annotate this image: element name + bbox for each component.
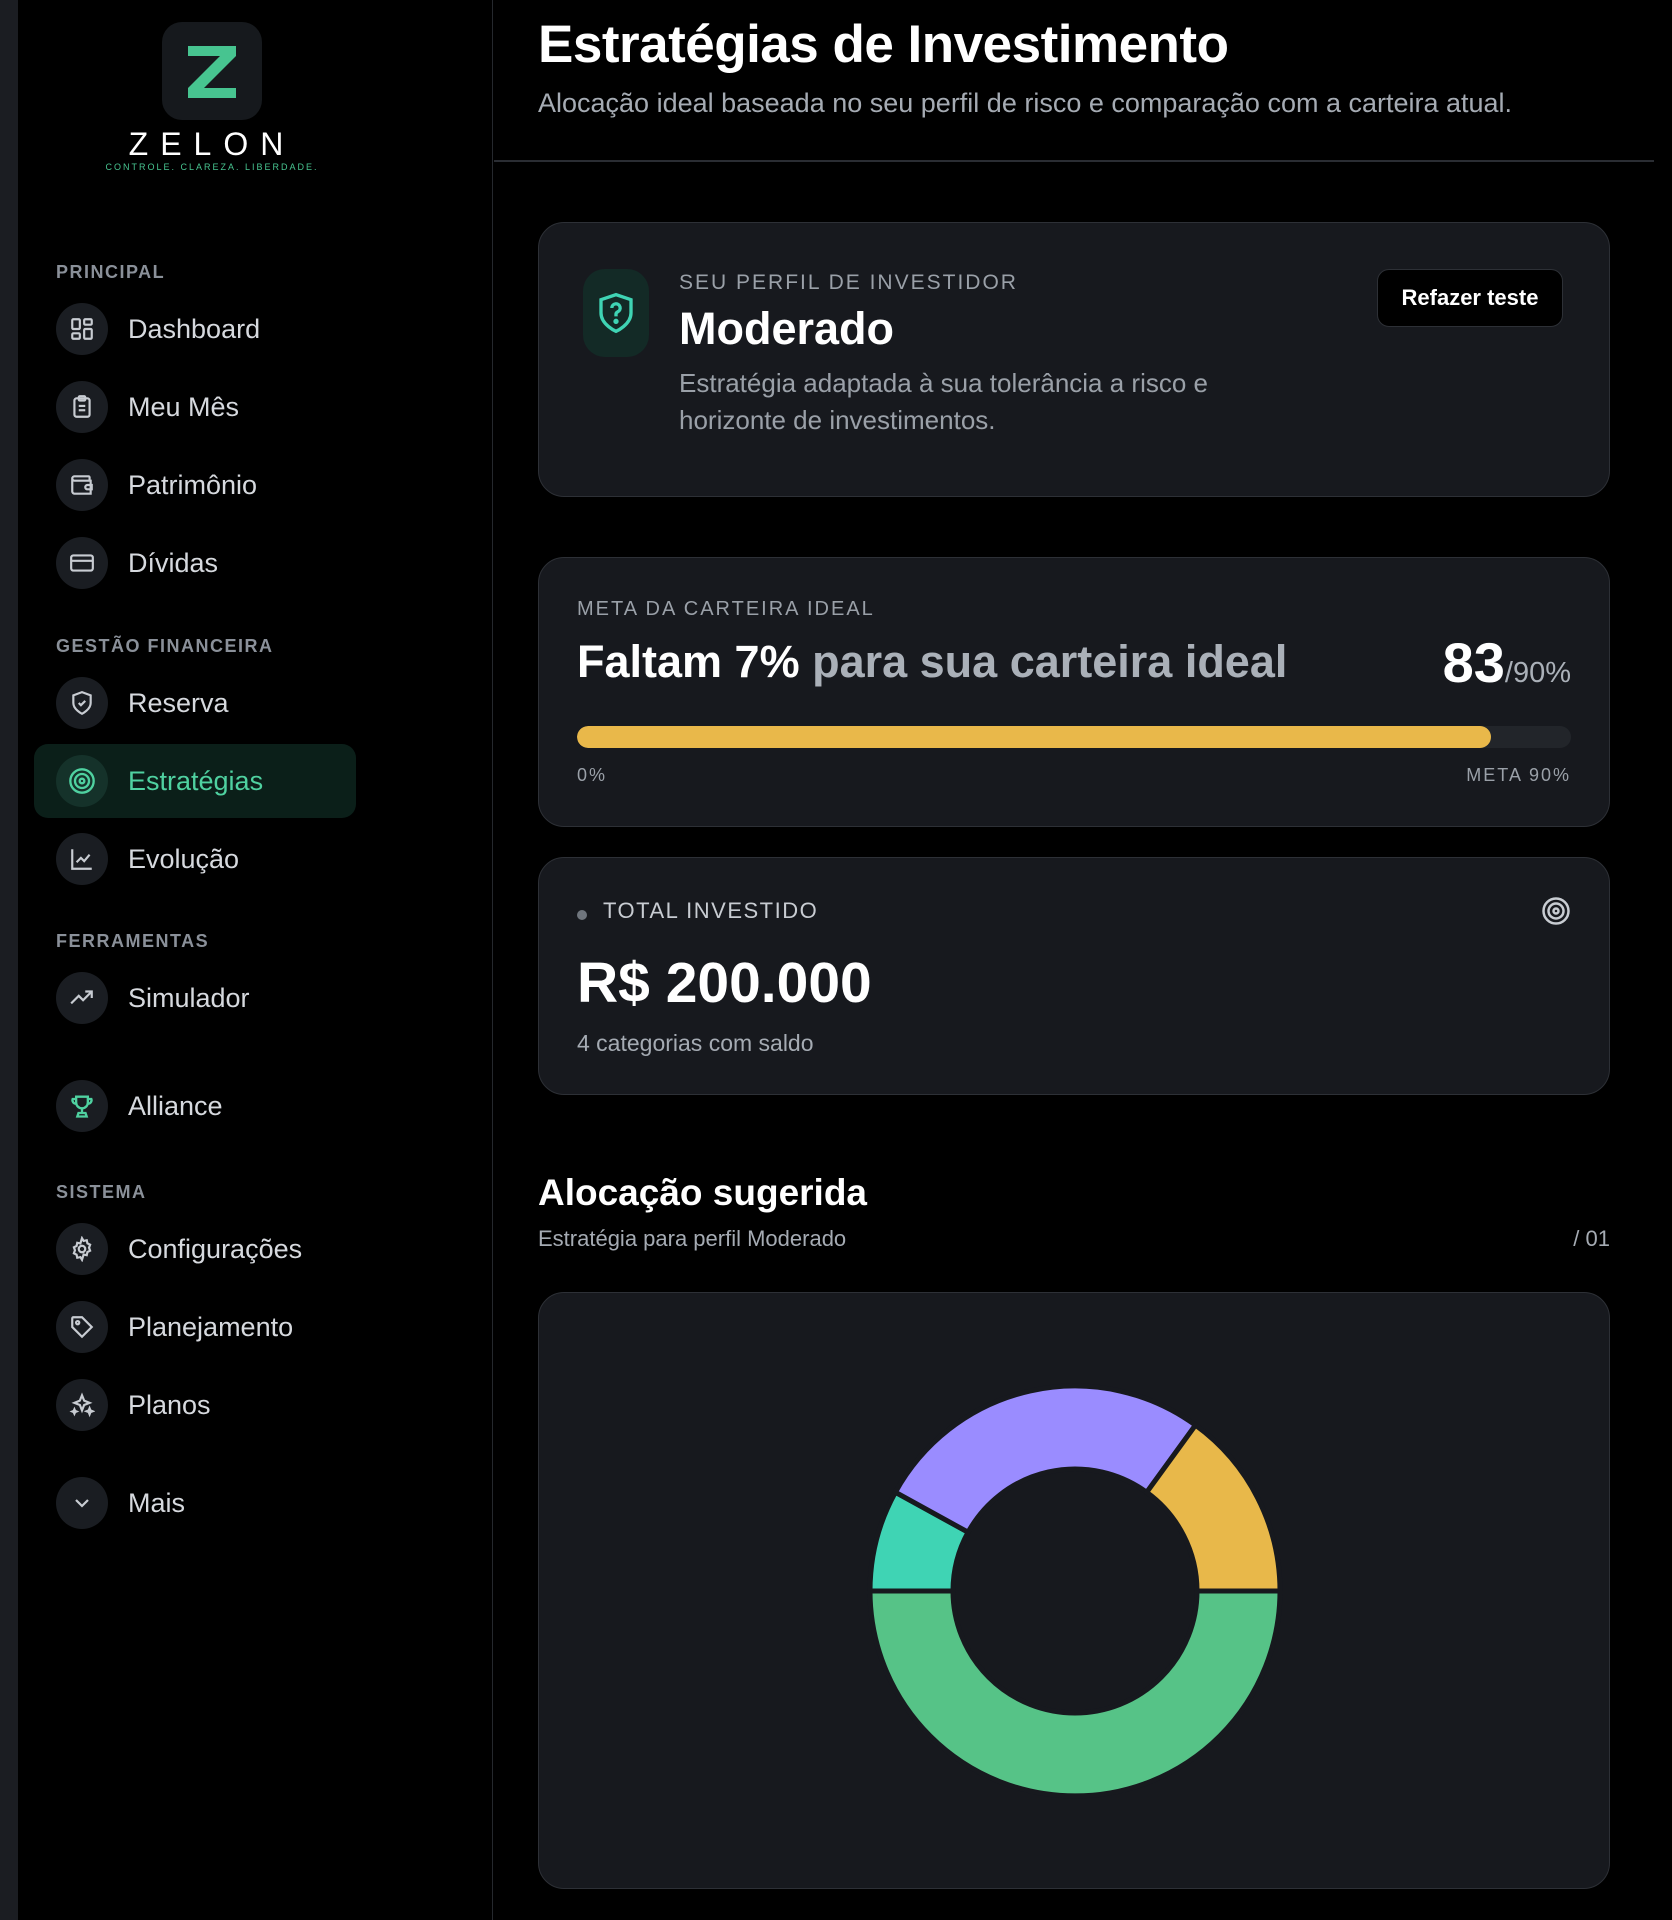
goal-headline-rest: para sua carteira ideal <box>799 636 1288 687</box>
goal-current: 83 <box>1442 631 1505 694</box>
sidebar: ZELON CONTROLE. CLAREZA. LIBERDADE. PRIN… <box>18 0 493 1920</box>
z-logo-icon <box>188 46 236 98</box>
allocation-chart-card <box>538 1292 1610 1889</box>
retake-test-button[interactable]: Refazer teste <box>1377 269 1563 327</box>
goal-kicker: META DA CARTEIRA IDEAL <box>577 598 875 620</box>
sidebar-item-configuracoes[interactable]: Configurações <box>34 1212 356 1286</box>
trending-up-icon <box>56 972 108 1024</box>
chevron-down-icon <box>56 1477 108 1529</box>
sidebar-item-alliance[interactable]: Alliance <box>34 1069 356 1143</box>
sidebar-item-patrimonio[interactable]: Patrimônio <box>34 448 356 522</box>
sidebar-item-label: Simulador <box>128 983 250 1013</box>
sparkles-icon <box>56 1379 108 1431</box>
profile-name: Moderado <box>679 303 895 354</box>
shield-icon <box>56 677 108 729</box>
header-divider <box>494 160 1654 162</box>
sidebar-item-estrategias[interactable]: Estratégias <box>34 744 356 818</box>
sidebar-item-label: Dívidas <box>128 548 219 578</box>
profile-kicker: SEU PERFIL DE INVESTIDOR <box>679 271 1018 294</box>
sidebar-item-dividas[interactable]: Dívidas <box>34 526 356 600</box>
sidebar-item-planos[interactable]: Planos <box>34 1368 356 1442</box>
target-icon <box>56 755 108 807</box>
sidebar-item-meu-mes[interactable]: Meu Mês <box>34 370 356 444</box>
dashboard-icon <box>56 303 108 355</box>
goal-min-label: 0% <box>577 765 608 785</box>
sidebar-item-mais[interactable]: Mais <box>34 1466 356 1540</box>
sidebar-item-label: Planos <box>128 1390 211 1420</box>
sidebar-item-dashboard[interactable]: Dashboard <box>34 292 356 366</box>
sidebar-item-label: Alliance <box>128 1091 223 1121</box>
gear-icon <box>56 1223 108 1275</box>
sidebar-item-label: Estratégias <box>128 766 264 796</box>
donut-slice-3[interactable] <box>891 1383 1199 1536</box>
trophy-icon <box>56 1080 108 1132</box>
donut-slice-1[interactable] <box>867 1588 1283 1799</box>
page-title: Estratégias de Investimento <box>538 15 1229 74</box>
brand-logo[interactable]: ZELON CONTROLE. CLAREZA. LIBERDADE. <box>102 22 322 182</box>
section-principal: PRINCIPAL <box>56 262 166 282</box>
credit-card-icon <box>56 537 108 589</box>
sidebar-item-label: Planejamento <box>128 1312 294 1342</box>
sidebar-item-label: Mais <box>128 1488 186 1518</box>
sidebar-item-label: Evolução <box>128 844 240 874</box>
brand-name: ZELON <box>128 126 296 162</box>
total-invested-card: TOTAL INVESTIDO R$ 200.000 4 categorias … <box>538 857 1610 1095</box>
allocation-donut-chart <box>867 1383 1283 1799</box>
goal-progress-track <box>577 726 1571 748</box>
sidebar-item-planejamento[interactable]: Planejamento <box>34 1290 356 1364</box>
sidebar-item-reserva[interactable]: Reserva <box>34 666 356 740</box>
sidebar-item-label: Dashboard <box>128 314 261 344</box>
goal-headline-strong: Faltam 7% <box>577 636 800 687</box>
window-edge <box>0 0 18 1920</box>
shield-question-icon <box>583 269 649 357</box>
main-content: Estratégias de Investimento Alocação ide… <box>494 0 1654 1920</box>
section-sistema: SISTEMA <box>56 1182 147 1202</box>
tag-icon <box>56 1301 108 1353</box>
goal-score: 83/90% <box>1443 630 1571 695</box>
total-kicker: TOTAL INVESTIDO <box>603 898 819 923</box>
allocation-index: / 01 <box>1573 1226 1610 1251</box>
brand-tagline: CONTROLE. CLAREZA. LIBERDADE. <box>105 162 319 172</box>
sidebar-item-label: Meu Mês <box>128 392 240 422</box>
goal-max-label: META 90% <box>1466 765 1571 785</box>
sidebar-item-label: Reserva <box>128 688 229 718</box>
target-icon <box>1541 896 1571 931</box>
allocation-subtitle: Estratégia para perfil Moderado <box>538 1226 847 1251</box>
sidebar-item-evolucao[interactable]: Evolução <box>34 822 356 896</box>
wallet-icon <box>56 459 108 511</box>
section-ferramentas: FERRAMENTAS <box>56 931 210 951</box>
sidebar-item-simulador[interactable]: Simulador <box>34 961 356 1035</box>
investor-profile-card: SEU PERFIL DE INVESTIDOR Moderado Estrat… <box>538 222 1610 497</box>
total-subtitle: 4 categorias com saldo <box>577 1030 814 1056</box>
goal-headline: Faltam 7% para sua carteira ideal <box>577 636 1287 688</box>
goal-progress-fill <box>577 726 1492 748</box>
total-value: R$ 200.000 <box>577 951 872 1015</box>
sidebar-item-label: Patrimônio <box>128 470 258 500</box>
clipboard-icon <box>56 381 108 433</box>
page-subtitle: Alocação ideal baseada no seu perfil de … <box>538 88 1513 118</box>
logo-mark <box>162 22 262 120</box>
allocation-title: Alocação sugerida <box>538 1172 868 1213</box>
portfolio-goal-card: META DA CARTEIRA IDEAL Faltam 7% para su… <box>538 557 1610 827</box>
line-chart-icon <box>56 833 108 885</box>
status-dot <box>577 910 587 920</box>
goal-target: /90% <box>1504 657 1571 689</box>
section-gestao-financeira: GESTÃO FINANCEIRA <box>56 636 274 656</box>
profile-description: Estratégia adaptada à sua tolerância a r… <box>679 368 1209 435</box>
sidebar-item-label: Configurações <box>128 1234 303 1264</box>
